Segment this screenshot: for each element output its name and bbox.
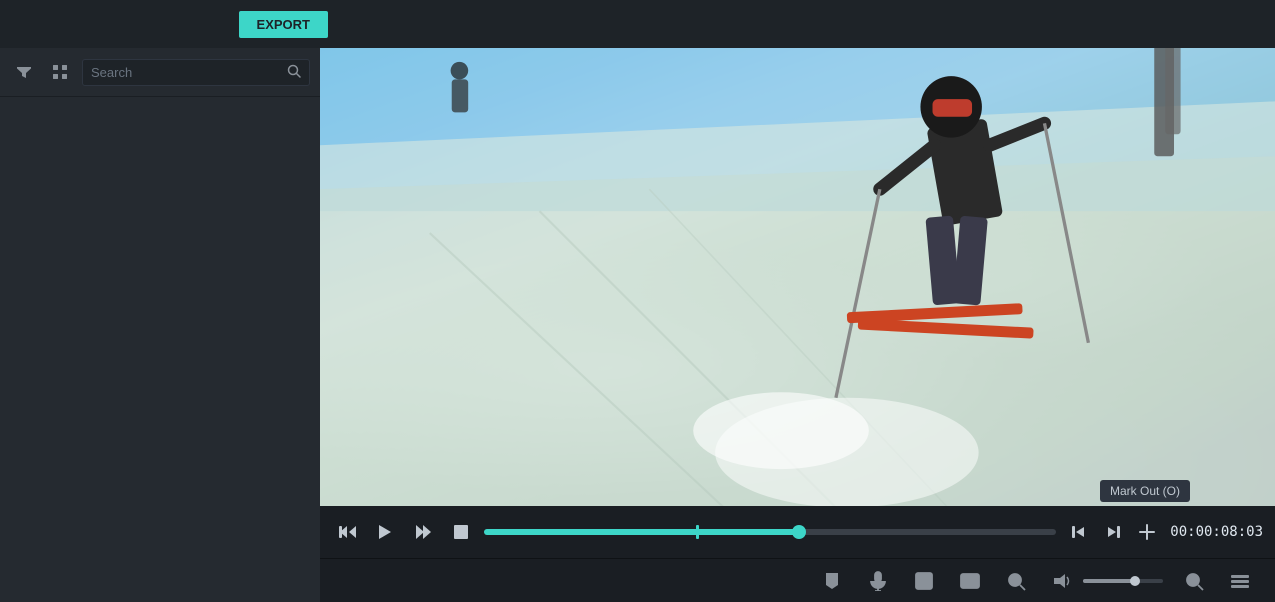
video-area: 00:00:08:03 Mark Out (O) <box>320 48 1275 602</box>
zoom-out-button[interactable] <box>1001 566 1031 596</box>
skip-back-button[interactable] <box>332 517 362 547</box>
zoom-in-button[interactable] <box>1179 566 1209 596</box>
volume-handle[interactable] <box>1130 576 1140 586</box>
progress-bar[interactable] <box>484 529 1056 535</box>
search-input[interactable] <box>91 65 287 80</box>
play-forward-button[interactable] <box>408 517 438 547</box>
volume-fill <box>1083 579 1135 583</box>
ski-scene <box>320 48 1275 506</box>
play-button[interactable] <box>370 517 400 547</box>
marker-button[interactable] <box>817 566 847 596</box>
top-bar: EXPORT <box>0 0 1275 48</box>
left-panel-content <box>0 97 320 602</box>
filter-button[interactable] <box>10 58 38 86</box>
mark-in-point <box>696 525 699 539</box>
pip-button[interactable] <box>955 566 985 596</box>
search-box <box>82 59 310 86</box>
mark-out-button[interactable] <box>1098 517 1128 547</box>
export-button[interactable]: EXPORT <box>239 11 328 38</box>
script-button[interactable] <box>909 566 939 596</box>
volume-button[interactable] <box>1047 566 1077 596</box>
video-controls: 00:00:08:03 Mark Out (O) <box>320 506 1275 558</box>
top-bar-left: EXPORT <box>8 11 328 38</box>
progress-handle[interactable] <box>792 525 806 539</box>
left-panel <box>0 48 320 602</box>
grid-view-button[interactable] <box>46 58 74 86</box>
mark-in-button[interactable] <box>1064 517 1094 547</box>
volume-slider-container <box>1047 566 1163 596</box>
mic-button[interactable] <box>863 566 893 596</box>
skier-illustration <box>320 48 1275 506</box>
search-submit-button[interactable] <box>287 64 301 81</box>
right-controls <box>1064 517 1162 547</box>
video-viewport <box>320 48 1275 506</box>
add-to-timeline-button[interactable] <box>1132 517 1162 547</box>
stop-button[interactable] <box>446 517 476 547</box>
progress-bar-fill <box>484 529 799 535</box>
more-options-button[interactable] <box>1225 566 1255 596</box>
main-area: 00:00:08:03 Mark Out (O) <box>0 48 1275 602</box>
bottom-toolbar <box>320 558 1275 602</box>
volume-slider[interactable] <box>1083 579 1163 583</box>
time-display: 00:00:08:03 <box>1170 524 1263 540</box>
left-panel-toolbar <box>0 48 320 97</box>
